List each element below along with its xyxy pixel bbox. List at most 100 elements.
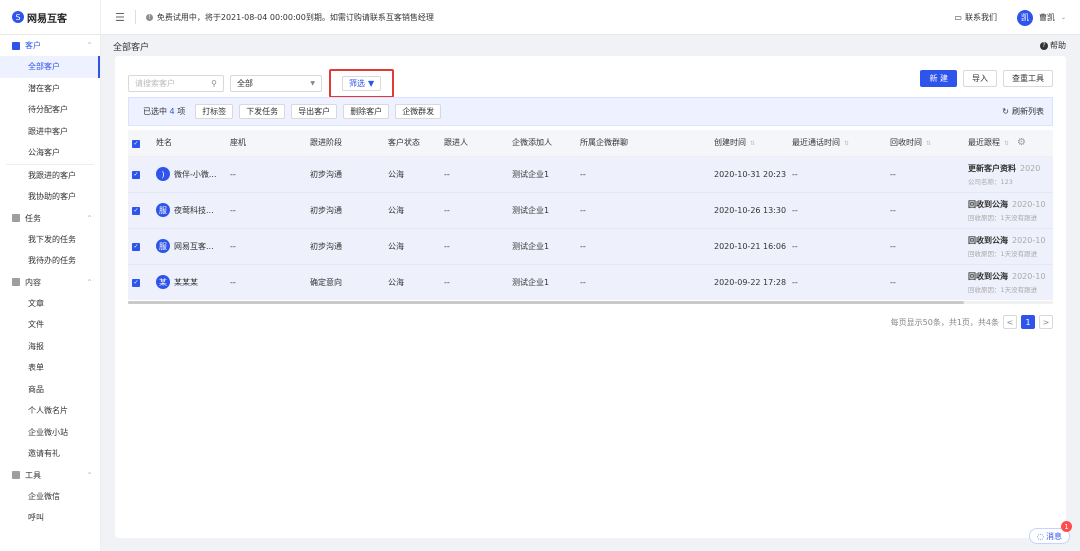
sortable-column-header[interactable]: 最近跟程 ⇅ ⚙	[964, 130, 1053, 157]
main-panel: 请搜索客户 ⚲ 全部 ▼ 筛选 ▼ 新 建 导入 查重工具 已选中 4 项 打标…	[115, 56, 1066, 538]
customer-name-cell[interactable]: ) 微伴-小微...	[152, 156, 226, 193]
scope-select[interactable]: 全部 ▼	[230, 75, 322, 92]
sidebar-item-my-followed[interactable]: 我跟进的客户	[0, 165, 100, 187]
sortable-column-header[interactable]: 回收时间 ⇅	[886, 130, 964, 157]
logo[interactable]: S 网易互客	[0, 0, 101, 35]
table-row[interactable]: ✓ 服网易互客... -- 初步沟通 公海 -- 测试企业1 -- 2020-10-21 16:…	[128, 228, 1053, 265]
export-button[interactable]: 导出客户	[291, 104, 338, 119]
customer-table: ✓ 姓名 座机 跟进阶段 客户状态 跟进人 企微添加人 所属企微群聊 创建时间 ⇅…	[128, 130, 1053, 300]
sidebar-item-files[interactable]: 文件	[0, 314, 100, 336]
selected-number: 4	[169, 107, 175, 116]
tools-icon	[12, 471, 20, 479]
sidebar-item-products[interactable]: 商品	[0, 379, 100, 401]
group-cell: --	[576, 264, 710, 300]
scrollbar-thumb[interactable]	[128, 301, 964, 304]
question-icon: ?	[1040, 41, 1048, 50]
recent-activity-cell: 回收到公海 2020-10 回收原因：1天没有跟进	[964, 264, 1053, 300]
created-time-cell: 2020-10-31 20:23	[710, 156, 788, 193]
sidebar-section-content[interactable]: 内容 ^	[0, 272, 100, 293]
delete-button[interactable]: 删除客户	[343, 104, 390, 119]
user-avatar[interactable]: 凯	[1016, 9, 1033, 26]
column-header-label: 回收时间	[890, 138, 922, 148]
filter-button[interactable]: 筛选 ▼	[342, 76, 382, 91]
sidebar-item-my-issued-tasks[interactable]: 我下发的任务	[0, 229, 100, 251]
adder-cell: 测试企业1	[508, 192, 576, 229]
user-name[interactable]: 曹凯	[1039, 12, 1055, 23]
prev-page-button[interactable]: <	[1003, 315, 1017, 329]
customer-name-cell[interactable]: 某某某某	[152, 264, 226, 300]
sortable-column-header[interactable]: 创建时间 ⇅	[710, 130, 788, 157]
customer-name[interactable]: 微伴-小微...	[174, 169, 217, 180]
refresh-list-button[interactable]: ↻ 刷新列表	[1002, 106, 1044, 117]
customer-name-cell[interactable]: 服夜莺科技...	[152, 192, 226, 229]
horizontal-scrollbar[interactable]	[128, 301, 1053, 304]
sidebar-item-all-customers[interactable]: 全部客户	[0, 56, 100, 78]
sidebar-item-unassigned-customers[interactable]: 待分配客户	[0, 99, 100, 121]
recent-activity-date: 2020-10	[1012, 271, 1046, 281]
sidebar-section-tasks[interactable]: 任务 ^	[0, 208, 100, 229]
sidebar-item-forms[interactable]: 表单	[0, 357, 100, 379]
sort-icon[interactable]: ⇅	[926, 140, 931, 147]
customer-name[interactable]: 夜莺科技...	[174, 205, 214, 216]
sort-icon[interactable]: ⇅	[1004, 140, 1009, 147]
search-input[interactable]: 请搜索客户 ⚲	[128, 75, 224, 92]
sortable-column-header[interactable]: 最近通话时间 ⇅	[788, 130, 886, 157]
import-button[interactable]: 导入	[963, 70, 997, 87]
sort-icon[interactable]: ⇅	[750, 140, 755, 147]
menu-toggle-icon[interactable]: ☰	[115, 11, 125, 24]
sidebar-item-posters[interactable]: 海报	[0, 336, 100, 358]
sidebar-item-business-card[interactable]: 个人微名片	[0, 400, 100, 422]
recent-activity-detail: 公司名称：123	[968, 177, 1013, 186]
group-cell: --	[576, 228, 710, 265]
sidebar-item-mini-site[interactable]: 企业微小站	[0, 422, 100, 444]
caret-down-icon: ▼	[310, 80, 315, 87]
sidebar-item-my-todo-tasks[interactable]: 我待办的任务	[0, 250, 100, 272]
select-all-checkbox[interactable]: ✓	[128, 130, 152, 157]
gear-icon[interactable]: ⚙	[1017, 137, 1026, 148]
customer-name[interactable]: 网易互客...	[174, 241, 214, 252]
dedupe-tool-button[interactable]: 查重工具	[1003, 70, 1053, 87]
new-customer-button[interactable]: 新 建	[920, 70, 957, 87]
customer-avatar: 服	[156, 203, 170, 217]
owner-cell: --	[440, 228, 508, 265]
sidebar-item-my-assisted[interactable]: 我协助的客户	[0, 186, 100, 208]
page-number-button[interactable]: 1	[1021, 315, 1035, 329]
sidebar-section-customers[interactable]: 客户 ^	[0, 35, 100, 56]
chevron-down-icon[interactable]: ⌄	[1061, 14, 1066, 21]
help-button[interactable]: ? 帮助	[1040, 40, 1066, 51]
sort-icon[interactable]: ⇅	[844, 140, 849, 147]
issue-task-button[interactable]: 下发任务	[239, 104, 286, 119]
sidebar-section-tools[interactable]: 工具 ^	[0, 465, 100, 486]
sidebar-item-call[interactable]: 呼叫	[0, 507, 100, 529]
table-row[interactable]: ✓) 微伴-小微... -- 初步沟通 公海 -- 测试企业1 -- 2020-10-31 20…	[128, 156, 1053, 193]
row-checkbox[interactable]: ✓	[128, 156, 152, 193]
tag-button[interactable]: 打标签	[195, 104, 234, 119]
search-icon[interactable]: ⚲	[211, 79, 217, 88]
row-checkbox[interactable]: ✓	[128, 264, 152, 300]
group-send-button[interactable]: 企微群发	[395, 104, 442, 119]
customer-name-cell[interactable]: 服网易互客...	[152, 228, 226, 265]
sidebar-item-wecom[interactable]: 企业微信	[0, 486, 100, 508]
status-cell: 公海	[384, 192, 440, 229]
table-row[interactable]: ✓ 某某某某 -- 确定意向 公海 -- 测试企业1 -- 2020-09-22 17:28 --…	[128, 264, 1053, 300]
sidebar-item-public-pool[interactable]: 公海客户	[0, 142, 100, 164]
owner-cell: --	[440, 264, 508, 300]
help-label: 帮助	[1050, 41, 1066, 50]
scope-select-value: 全部	[237, 79, 253, 88]
customer-name[interactable]: 某某某	[174, 277, 198, 288]
sidebar-item-articles[interactable]: 文章	[0, 293, 100, 315]
next-page-button[interactable]: >	[1039, 315, 1053, 329]
message-button[interactable]: ◌ 消息 1	[1029, 521, 1072, 544]
row-checkbox[interactable]: ✓	[128, 192, 152, 229]
sidebar-section-label: 客户	[25, 41, 41, 50]
sidebar-item-following-customers[interactable]: 跟进中客户	[0, 121, 100, 143]
last-call-cell: --	[788, 264, 886, 300]
sidebar-item-potential-customers[interactable]: 潜在客户	[0, 78, 100, 100]
adder-cell: 测试企业1	[508, 228, 576, 265]
logo-icon: S	[12, 11, 24, 23]
sidebar-item-invite-gift[interactable]: 邀请有礼	[0, 443, 100, 465]
row-checkbox[interactable]: ✓	[128, 228, 152, 265]
contact-us-button[interactable]: ▭ 联系我们	[954, 12, 997, 23]
table-row[interactable]: ✓ 服夜莺科技... -- 初步沟通 公海 -- 测试企业1 -- 2020-10-26 13:…	[128, 192, 1053, 229]
message-label: 消息	[1046, 531, 1062, 541]
